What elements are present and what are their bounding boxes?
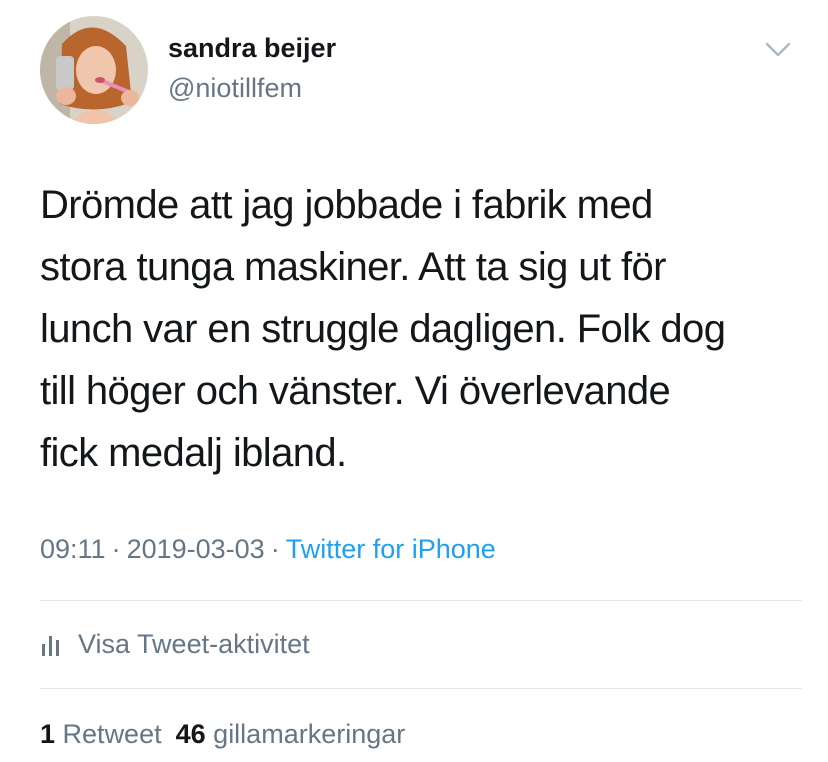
divider [40,600,802,601]
likes-label: gillamarkeringar [213,719,406,749]
retweets-count: 1 [40,719,56,749]
meta-separator: · [270,534,280,564]
likes-stat[interactable]: 46 gillamarkeringar [176,719,406,749]
avatar[interactable] [40,16,148,124]
tweet-activity-button[interactable]: Visa Tweet-aktivitet [40,626,310,662]
retweets-label: Retweet [62,719,162,749]
bar-chart-icon [42,636,59,656]
tweet-stats: 1 Retweet 46 gillamarkeringar [40,716,405,752]
meta-separator: · [111,534,121,564]
divider [40,688,802,689]
tweet-text-line: fick medalj ibland. [40,431,347,475]
display-name[interactable]: sandra beijer [168,31,336,65]
tweet-text-line: stora tunga maskiner. Att ta sig ut för [40,245,666,289]
tweet-text: Drömde att jag jobbade i fabrik med stor… [40,174,810,484]
tweet-date[interactable]: 2019-03-03 [127,534,265,564]
tweet-text-line: lunch var en struggle dagligen. Folk dog [40,307,726,351]
retweets-stat[interactable]: 1 Retweet [40,719,162,749]
tweet-time[interactable]: 09:11 [40,534,106,564]
user-handle[interactable]: @niotillfem [168,71,302,105]
tweet-source-link[interactable]: Twitter for iPhone [286,534,496,564]
tweet-text-line: till höger och vänster. Vi överlevande [40,369,671,413]
tweet-activity-label: Visa Tweet-aktivitet [78,629,310,659]
tweet-meta: 09:11 · 2019-03-03 · Twitter for iPhone [40,531,496,567]
avatar-photo [40,16,148,124]
chevron-down-icon[interactable] [762,38,794,62]
likes-count: 46 [175,719,206,749]
tweet-text-line: Drömde att jag jobbade i fabrik med [40,183,653,227]
